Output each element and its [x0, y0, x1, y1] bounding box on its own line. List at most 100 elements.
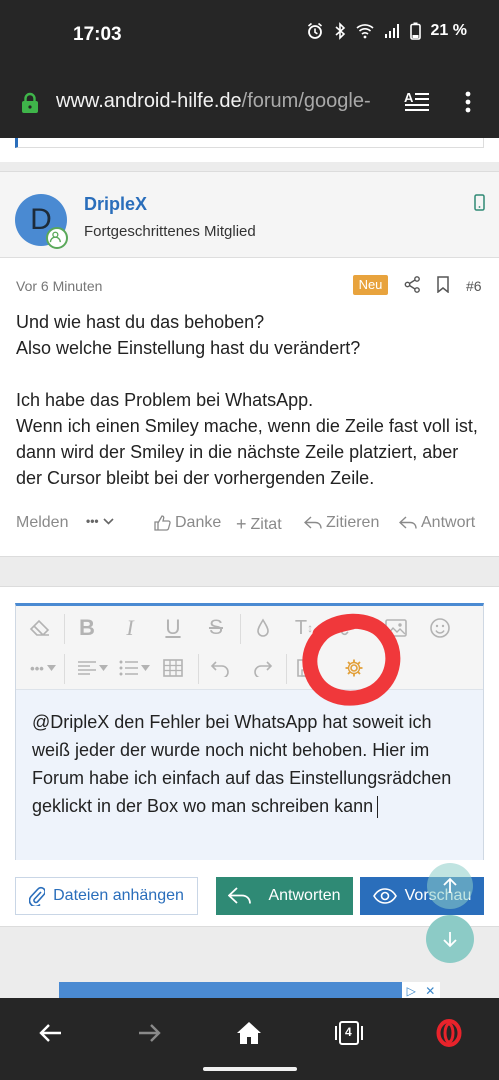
reply-button[interactable]: Antworten	[216, 877, 353, 915]
editor-content: @DripleX den Fehler bei WhatsApp hat sow…	[32, 712, 452, 816]
share-icon[interactable]	[404, 276, 421, 293]
paperclip-icon	[29, 886, 46, 906]
quote-button[interactable]: + Zitat	[236, 514, 282, 535]
home-icon	[237, 1022, 261, 1044]
post-body: Und wie hast du das behoben? Also welche…	[16, 309, 486, 491]
back-button[interactable]	[36, 1018, 66, 1048]
previous-post-fragment	[0, 138, 499, 162]
arrow-up-icon	[443, 877, 457, 893]
url-text[interactable]: www.android-hilfe.de/forum/google-	[56, 90, 394, 113]
bookmark-icon[interactable]	[436, 276, 450, 293]
home-button[interactable]	[234, 1018, 264, 1048]
align-icon[interactable]	[73, 654, 111, 682]
ad-choices-badge[interactable]: ▷ ✕	[402, 982, 440, 998]
bold-icon[interactable]: B	[73, 614, 101, 642]
author-name[interactable]: DripleX	[84, 194, 147, 215]
post-author-header: D DripleX Fortgeschrittenes Mitglied	[0, 172, 499, 258]
thanks-label: Danke	[175, 514, 222, 531]
underline-icon[interactable]: U	[159, 614, 187, 642]
list-icon[interactable]	[115, 654, 153, 682]
ad-banner[interactable]: ▷ ✕	[59, 982, 440, 998]
reply-link[interactable]: Antwort	[399, 514, 475, 532]
more-actions-button[interactable]: •••	[86, 514, 114, 528]
redo-icon[interactable]	[249, 654, 277, 682]
lock-icon	[22, 92, 38, 113]
post-line: Und wie hast du das behoben?	[16, 312, 265, 332]
toolbar-divider	[64, 654, 65, 684]
more-icon[interactable]: •••	[24, 654, 62, 682]
status-time: 17:03	[73, 24, 122, 45]
emoji-icon[interactable]	[426, 614, 454, 642]
bluetooth-icon	[335, 22, 345, 40]
forward-arrow-icon	[139, 1024, 161, 1042]
wifi-icon	[355, 24, 374, 39]
signal-icon	[384, 24, 399, 38]
reply-arrow-icon	[399, 516, 417, 529]
annotation-circle-mark	[302, 613, 401, 706]
scroll-bottom-button[interactable]	[426, 915, 474, 963]
browser-url-bar[interactable]: www.android-hilfe.de/forum/google- A	[0, 68, 499, 138]
scroll-top-button[interactable]	[427, 863, 473, 909]
cite-button[interactable]: Zitieren	[304, 514, 379, 532]
opera-logo-icon	[436, 1019, 462, 1047]
back-arrow-icon	[39, 1024, 61, 1042]
eraser-icon[interactable]	[26, 614, 54, 642]
status-bar: 17:03 21 %	[0, 0, 499, 68]
post-line-empty	[16, 361, 486, 387]
arrow-down-icon	[443, 932, 457, 948]
color-icon[interactable]	[249, 614, 277, 642]
tab-count: 4	[345, 1025, 352, 1039]
overflow-menu-icon[interactable]	[462, 90, 474, 114]
attach-files-button[interactable]: Dateien anhängen	[15, 877, 198, 915]
undo-icon[interactable]	[206, 654, 234, 682]
post-actions: Melden ••• Danke + Zitat Zitieren Antwor…	[16, 514, 486, 538]
post-line: Also welche Einstellung hast du veränder…	[16, 338, 361, 358]
url-path: /forum/google-	[241, 90, 371, 112]
plus-icon: +	[236, 514, 247, 534]
reply-editor-block: B I U S T ↕ ••• @DripleX den Fehler bei …	[0, 586, 499, 927]
battery-percent: 21 %	[430, 22, 467, 39]
reader-mode-icon[interactable]: A	[404, 90, 430, 114]
eye-icon	[372, 888, 397, 904]
report-button[interactable]: Melden	[16, 514, 68, 532]
close-icon[interactable]: ✕	[425, 984, 435, 998]
browser-nav-bar: 4	[0, 998, 499, 1080]
toolbar-divider	[240, 614, 241, 644]
reply-arrow-icon	[228, 887, 252, 904]
reply-button-label: Antworten	[268, 887, 341, 904]
new-badge: Neu	[353, 275, 388, 295]
online-status-icon	[46, 227, 68, 249]
svg-text:A: A	[404, 90, 414, 105]
gesture-bar[interactable]	[203, 1067, 297, 1071]
post-number[interactable]: #6	[466, 278, 482, 294]
mobile-device-icon	[474, 194, 485, 211]
more-dots: •••	[86, 514, 99, 528]
table-icon[interactable]	[159, 654, 187, 682]
quote-label: Zitat	[250, 515, 282, 533]
strikethrough-icon[interactable]: S	[202, 614, 230, 642]
forum-post: D DripleX Fortgeschrittenes Mitglied Vor…	[0, 171, 499, 557]
post-line: Wenn ich einen Smiley mache, wenn die Ze…	[16, 416, 478, 488]
thanks-button[interactable]: Danke	[154, 514, 221, 532]
toolbar-divider	[64, 614, 65, 644]
italic-icon[interactable]: I	[116, 614, 144, 642]
cite-label: Zitieren	[326, 514, 380, 531]
text-cursor	[377, 796, 379, 819]
editor-buttons: Dateien anhängen Antworten Vorschau	[15, 877, 484, 915]
battery-icon	[409, 22, 421, 40]
ad-choices-icon: ▷	[406, 984, 416, 998]
author-title: Fortgeschrittenes Mitglied	[84, 223, 256, 240]
rich-text-editor[interactable]: B I U S T ↕ ••• @DripleX den Fehler bei …	[15, 603, 484, 860]
tabs-button[interactable]: 4	[334, 1018, 364, 1048]
reply-arrow-icon	[304, 516, 322, 529]
editor-text-area[interactable]: @DripleX den Fehler bei WhatsApp hat sow…	[16, 690, 483, 860]
toolbar-divider	[286, 654, 287, 684]
reply-label: Antwort	[421, 514, 476, 531]
post-timestamp[interactable]: Vor 6 Minuten	[16, 278, 102, 294]
chevron-down-icon	[103, 517, 114, 525]
page-content[interactable]: D DripleX Fortgeschrittenes Mitglied Vor…	[0, 138, 499, 998]
status-icons: 21 %	[306, 22, 467, 40]
editor-toolbar: B I U S T ↕ •••	[16, 606, 483, 690]
forward-button[interactable]	[134, 1018, 164, 1048]
opera-menu-button[interactable]	[434, 1018, 464, 1048]
